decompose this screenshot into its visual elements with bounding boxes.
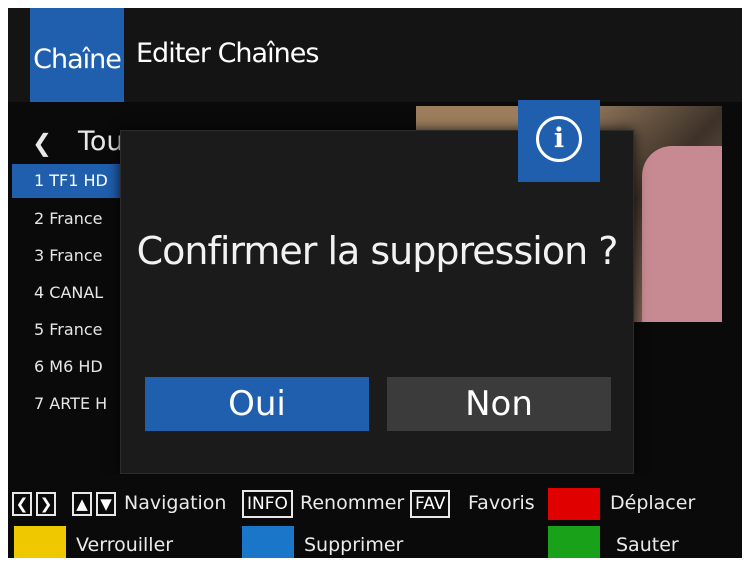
sauter-label: Sauter [616, 534, 679, 556]
yellow-key-swatch [14, 526, 66, 558]
arrow-down-icon: ▼ [96, 492, 116, 516]
arrow-up-icon: ▲ [72, 492, 92, 516]
header-bar: Chaîne Editer Chaînes [8, 8, 742, 102]
list-item[interactable]: 1 TF1 HD [12, 164, 120, 198]
video-figure [642, 146, 722, 322]
list-item[interactable]: 7 ARTE H [12, 387, 120, 421]
list-item[interactable]: 5 France [12, 313, 120, 347]
tv-screen: Chaîne Editer Chaînes ❮ Tou 1 TF1 HD 2 F… [8, 8, 742, 558]
red-key-swatch [548, 488, 600, 520]
favoris-label: Favoris [468, 492, 535, 514]
list-item[interactable]: 6 M6 HD [12, 350, 120, 384]
supprimer-label: Supprimer [304, 534, 404, 556]
channel-group-title: Tou [78, 126, 124, 157]
arrow-right-icon: ❯ [36, 492, 56, 516]
deplacer-label: Déplacer [610, 492, 696, 514]
blue-key-swatch [242, 526, 294, 558]
info-icon: i [536, 116, 582, 162]
tab-chaine[interactable]: Chaîne [30, 8, 124, 102]
chevron-left-icon[interactable]: ❮ [32, 129, 52, 157]
navigation-label: Navigation [124, 492, 227, 514]
info-key: INFO [242, 490, 293, 518]
verrouiller-label: Verrouiller [76, 534, 174, 556]
non-button[interactable]: Non [387, 377, 611, 431]
info-badge: i [518, 100, 600, 182]
arrow-left-icon: ❮ [12, 492, 32, 516]
fav-key: FAV [410, 490, 451, 518]
footer-legend: ❮ ❯ ▲ ▼ Navigation INFO Renommer FAV Fav… [8, 474, 742, 558]
oui-button[interactable]: Oui [145, 377, 369, 431]
tab-editer-chaines[interactable]: Editer Chaînes [136, 38, 319, 69]
list-item[interactable]: 3 France [12, 239, 120, 273]
channel-list: 1 TF1 HD 2 France 3 France 4 CANAL 5 Fra… [8, 164, 120, 440]
list-item[interactable]: 4 CANAL [12, 276, 120, 310]
renommer-label: Renommer [300, 492, 405, 514]
green-key-swatch [548, 526, 600, 558]
list-item[interactable]: 2 France [12, 202, 120, 236]
dialog-message: Confirmer la suppression ? [136, 229, 619, 273]
